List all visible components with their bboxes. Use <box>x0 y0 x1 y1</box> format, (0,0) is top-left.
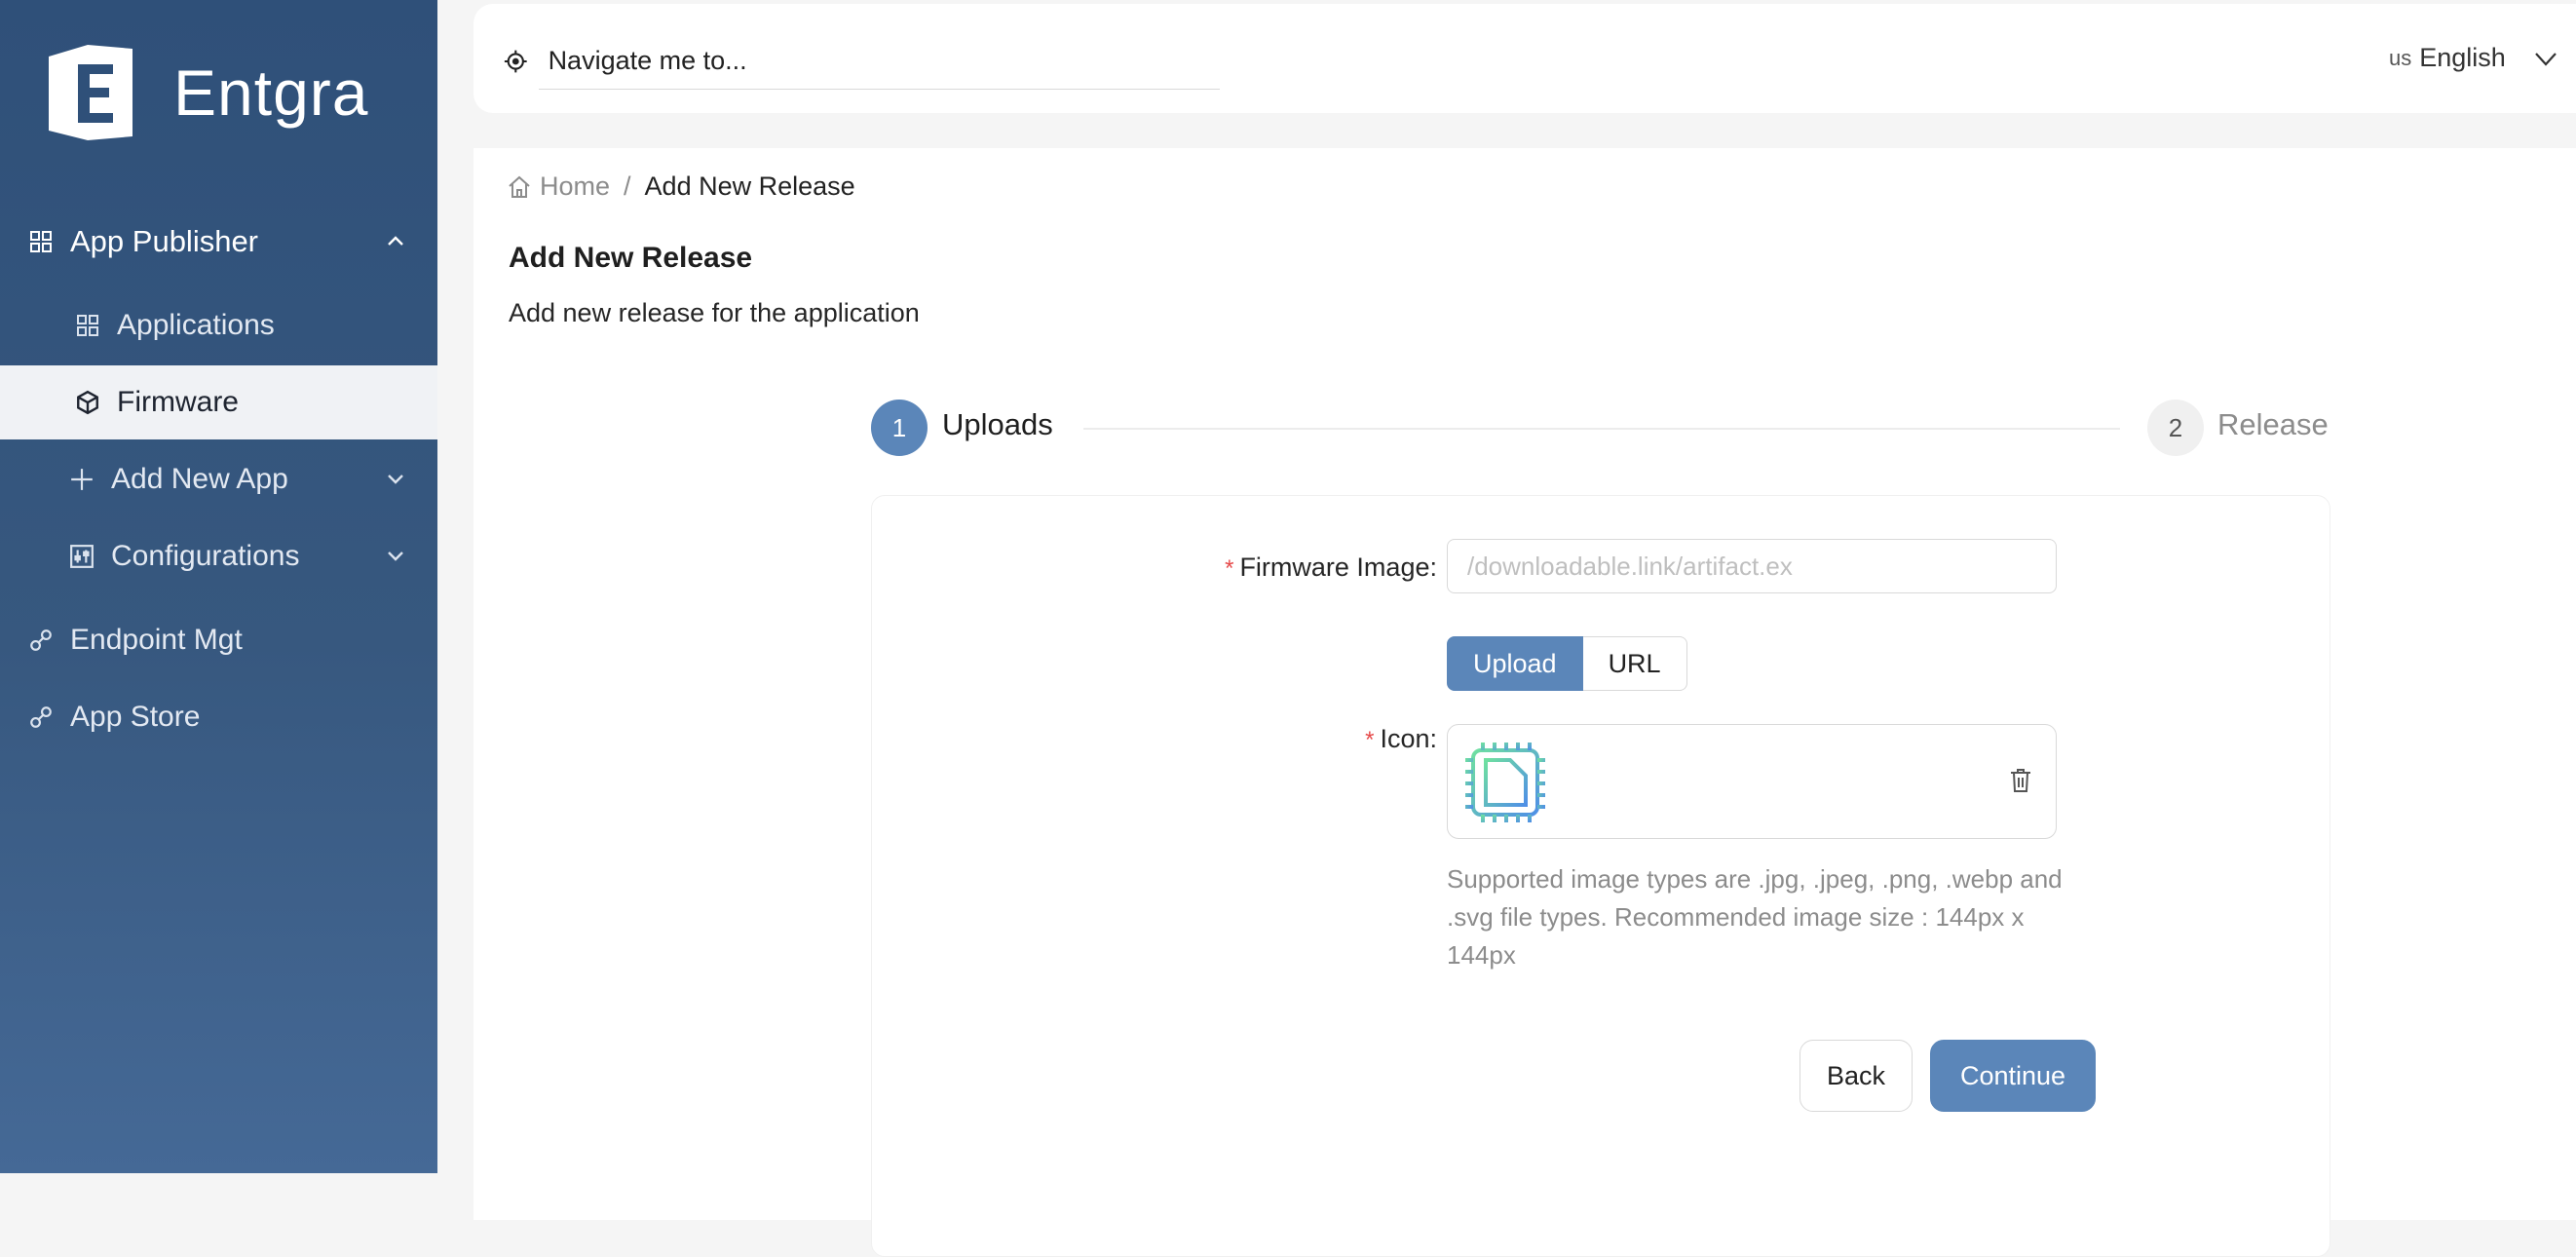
sidebar-item-applications[interactable]: Applications <box>0 288 437 362</box>
cube-icon <box>74 389 101 416</box>
sidebar-item-firmware[interactable]: Firmware <box>0 365 437 439</box>
chevron-up-icon[interactable] <box>385 230 406 251</box>
main-content: Home / Add New Release Add New Release A… <box>474 148 2576 1257</box>
required-mark: * <box>1225 555 1234 582</box>
link-icon <box>27 627 55 654</box>
logo-text: Entgra <box>173 57 369 129</box>
delete-icon[interactable] <box>2009 768 2032 793</box>
plus-icon <box>68 466 95 493</box>
breadcrumb: Home / Add New Release <box>507 171 855 202</box>
sidebar-item-configurations[interactable]: Configurations <box>0 519 437 593</box>
sidebar-item-label: Firmware <box>117 386 239 418</box>
upload-mode-toggle: Upload URL <box>1447 636 1687 691</box>
breadcrumb-home-label: Home <box>540 171 611 201</box>
icon-upload-hint: Supported image types are .jpg, .jpeg, .… <box>1447 864 2063 970</box>
sidebar-item-add-new-app[interactable]: Add New App <box>0 442 437 516</box>
sidebar: Entgra App Publisher Applications Firmwa… <box>0 0 437 1173</box>
sliders-icon <box>68 543 95 570</box>
sidebar-item-endpoint-mgt[interactable]: Endpoint Mgt <box>0 603 437 677</box>
entgra-logo[interactable]: Entgra <box>35 37 368 148</box>
firmware-chip-icon <box>1465 743 1545 822</box>
page-title: Add New Release <box>509 242 753 274</box>
sidebar-item-label: App Store <box>70 701 201 733</box>
icon-label-text: Icon <box>1380 724 1430 753</box>
navigate-input[interactable] <box>538 33 1220 90</box>
firmware-image-input[interactable] <box>1447 539 2057 593</box>
icon-label: * Icon: <box>1164 724 1437 754</box>
breadcrumb-home[interactable]: Home <box>507 171 610 202</box>
step-1-label: Uploads <box>942 407 1053 441</box>
grid-icon <box>74 312 101 339</box>
sidebar-item-label: Add New App <box>111 463 288 495</box>
upload-form-card: *Firmware Image: Upload URL *Icon: <box>871 495 2330 1257</box>
sidebar-item-label: Configurations <box>111 540 300 572</box>
sidebar-item-label: Endpoint Mgt <box>70 624 243 656</box>
home-icon <box>509 175 530 198</box>
icon-upload-box[interactable] <box>1447 724 2057 839</box>
continue-button[interactable]: Continue <box>1930 1040 2096 1112</box>
locate-icon <box>504 50 527 73</box>
breadcrumb-separator: / <box>624 171 631 201</box>
chevron-down-icon[interactable] <box>385 468 406 489</box>
back-button[interactable]: Back <box>1799 1040 1913 1112</box>
sidebar-item-app-publisher[interactable]: App Publisher <box>0 205 437 279</box>
breadcrumb-current: Add New Release <box>644 171 855 201</box>
step-2-indicator: 2 <box>2147 400 2204 456</box>
link-icon <box>27 704 55 731</box>
us-flag-icon: us <box>2389 45 2412 70</box>
top-bar: us English <box>474 4 2576 113</box>
sidebar-item-label: App Publisher <box>70 224 259 258</box>
sidebar-item-app-store[interactable]: App Store <box>0 680 437 754</box>
upload-mode-button[interactable]: Upload <box>1447 636 1583 691</box>
navigate-search <box>503 33 1220 90</box>
step-connector <box>1083 428 2120 430</box>
grid-icon <box>27 228 55 255</box>
sidebar-item-label: Applications <box>117 309 275 341</box>
step-2-label: Release <box>2217 407 2329 441</box>
firmware-image-label-text: Firmware Image <box>1239 552 1430 582</box>
language-selector[interactable]: us English <box>2389 43 2558 73</box>
firmware-image-label: * Firmware Image: <box>1164 552 1437 583</box>
label-colon: : <box>1429 552 1437 582</box>
label-colon: : <box>1429 724 1437 753</box>
required-mark: * <box>1365 727 1375 753</box>
chevron-down-icon[interactable] <box>385 545 406 566</box>
entgra-logo-icon <box>49 45 133 140</box>
language-label: English <box>2419 43 2506 72</box>
page-subtitle: Add new release for the application <box>509 298 920 327</box>
chevron-down-icon <box>2534 52 2557 66</box>
step-1-indicator: 1 <box>871 400 928 456</box>
url-mode-button[interactable]: URL <box>1582 636 1687 691</box>
